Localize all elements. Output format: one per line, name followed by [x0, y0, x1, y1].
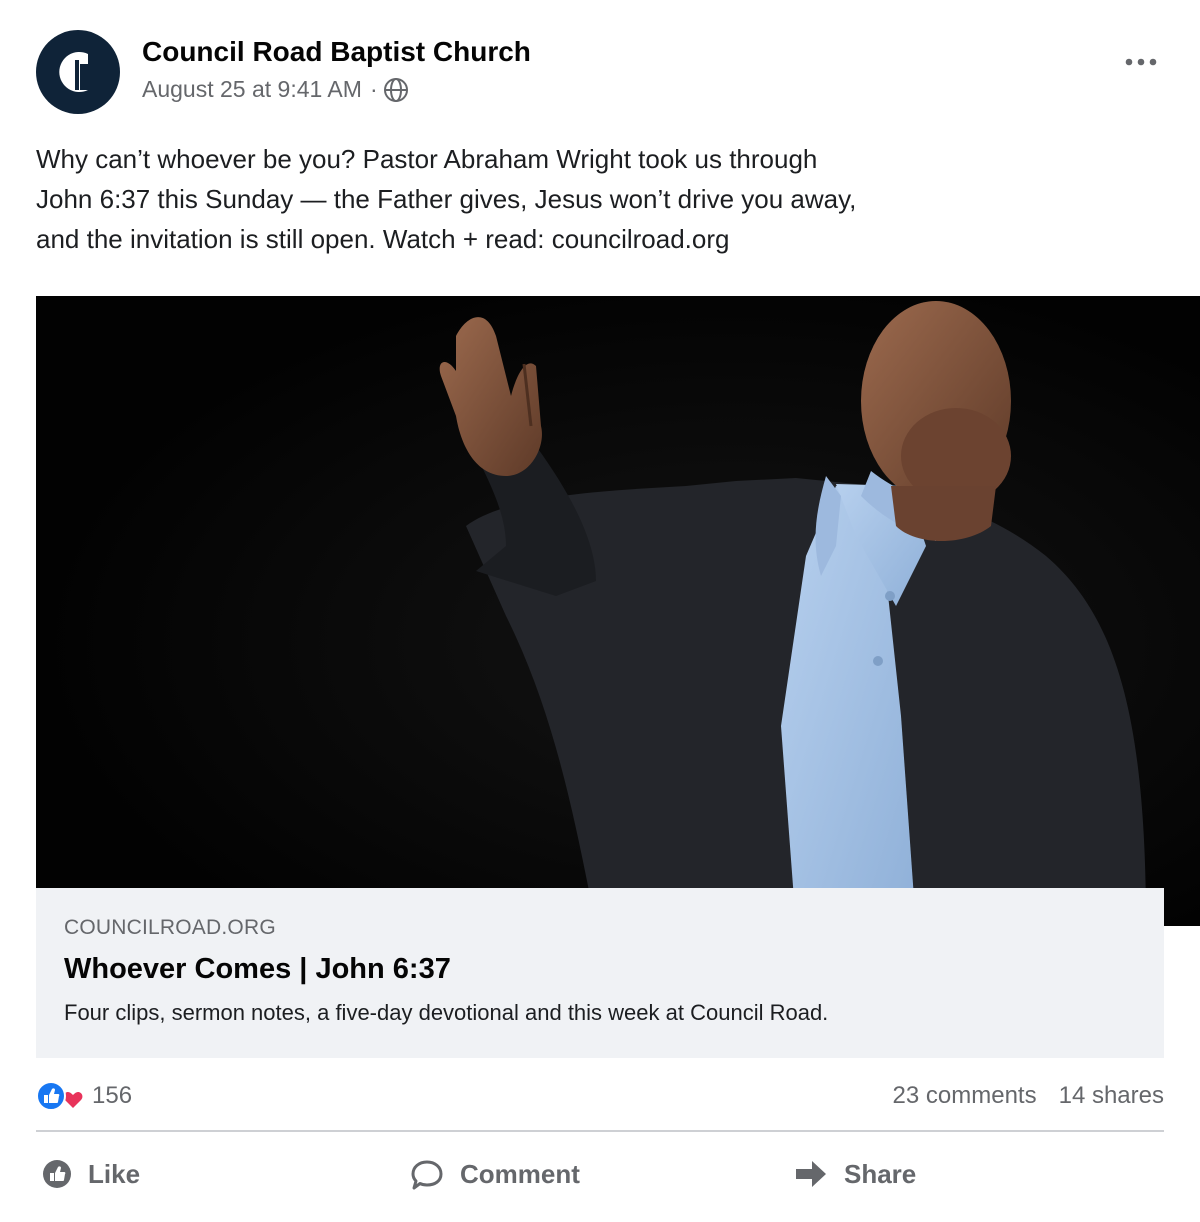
post-header: Council Road Baptist Church August 25 at… — [36, 30, 1166, 114]
like-icon — [43, 1160, 71, 1188]
like-label: Like — [88, 1158, 141, 1189]
like-reaction-icon — [36, 1081, 66, 1111]
comment-icon — [411, 1160, 443, 1190]
link-preview-card[interactable]: COUNCILROAD.ORG Whoever Comes | John 6:3… — [36, 888, 1164, 1058]
comments-count[interactable]: 23 comments — [893, 1082, 1037, 1110]
page-name[interactable]: Council Road Baptist Church — [142, 36, 531, 68]
share-label: Share — [844, 1158, 917, 1189]
link-title: Whoever Comes | John 6:37 — [64, 953, 451, 985]
comment-button[interactable]: Comment — [410, 1148, 580, 1200]
post-text: Why can’t whoever be you? Pastor Abraham… — [36, 139, 966, 259]
video-frame-image — [36, 296, 1200, 926]
link-domain: COUNCILROAD.ORG — [64, 916, 276, 939]
post-text-line: John 6:37 this Sunday — the Father gives… — [36, 184, 857, 214]
comment-label: Comment — [460, 1158, 580, 1189]
reaction-count: 156 — [92, 1082, 133, 1109]
reaction-icons — [36, 1078, 92, 1114]
share-button[interactable]: Share — [794, 1148, 916, 1200]
like-button[interactable]: Like — [42, 1148, 140, 1200]
more-dots-icon — [1125, 58, 1157, 66]
post-timestamp[interactable]: August 25 at 9:41 AM — [142, 76, 362, 103]
post-text-line: Why can’t whoever be you? Pastor Abraham… — [36, 144, 818, 174]
share-arrow-icon — [796, 1161, 826, 1187]
post-meta: August 25 at 9:41 AM · — [142, 76, 409, 103]
post-actions: Like Comment Share — [36, 1148, 1164, 1200]
engagement-counts: 23 comments 14 shares — [893, 1078, 1164, 1114]
globe-icon — [383, 77, 409, 103]
reactions-summary[interactable]: 156 — [36, 1078, 132, 1114]
video-player[interactable] — [36, 296, 1200, 926]
post-text-line: and the invitation is still open. Watch … — [36, 224, 730, 254]
page-avatar[interactable] — [36, 30, 120, 114]
link-description: Four clips, sermon notes, a five-day dev… — [64, 1000, 829, 1025]
more-options-button[interactable] — [1116, 46, 1166, 76]
actions-divider — [36, 1130, 1164, 1132]
church-logo-icon — [59, 51, 89, 92]
shares-count[interactable]: 14 shares — [1059, 1082, 1164, 1110]
post-stats: 156 23 comments 14 shares — [36, 1078, 1164, 1114]
meta-separator: · — [369, 76, 378, 102]
